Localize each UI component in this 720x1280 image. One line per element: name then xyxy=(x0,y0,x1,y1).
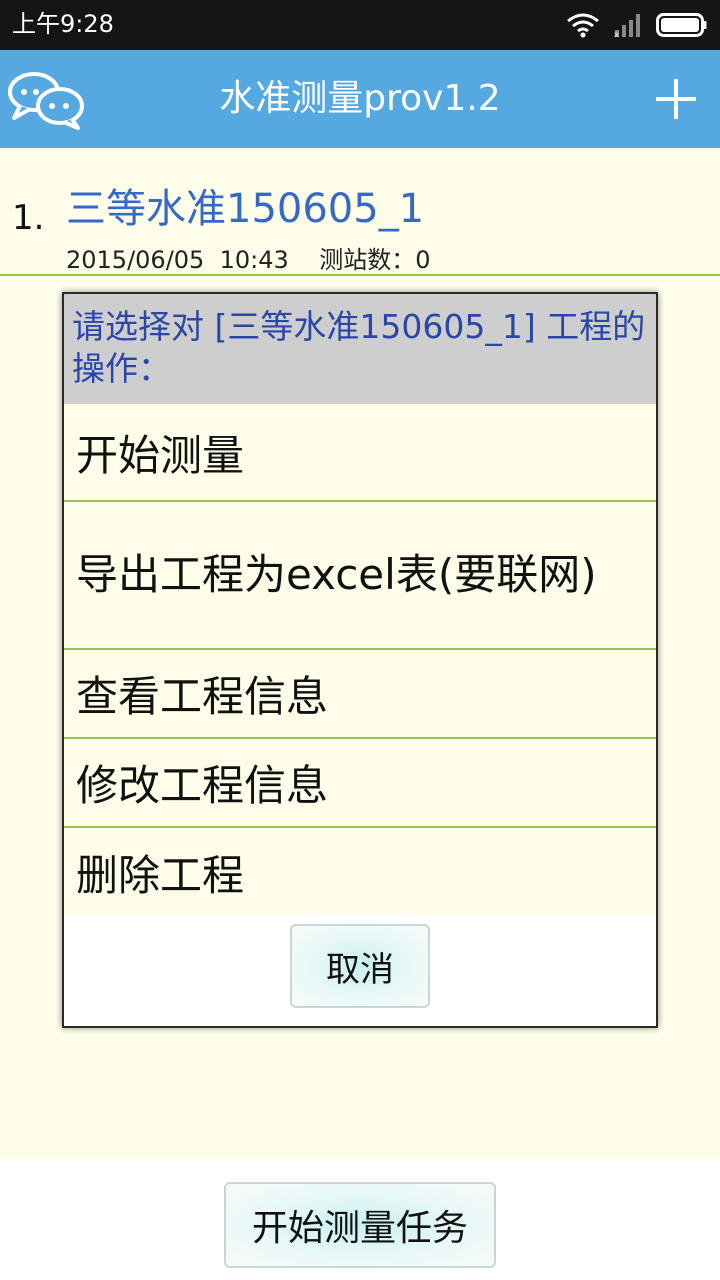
status-bar: 上午9:28 x xyxy=(0,0,720,50)
dialog-header: 请选择对 [三等水准150605_1] 工程的操作： xyxy=(64,294,656,404)
status-icons: x xyxy=(552,10,708,40)
start-task-button[interactable]: 开始测量任务 xyxy=(224,1182,496,1268)
chat-bubbles-icon[interactable] xyxy=(6,68,86,130)
app-title: 水准测量prov1.2 xyxy=(219,78,501,119)
cancel-button[interactable]: 取消 xyxy=(290,924,430,1008)
project-title: 三等水准150605_1 xyxy=(66,186,425,232)
bottom-bar: 开始测量任务 xyxy=(0,1158,720,1280)
project-meta: 2015/06/05 10:43 测站数：0 xyxy=(66,246,431,274)
wifi-icon xyxy=(567,13,599,38)
action-bar: 水准测量prov1.2 xyxy=(0,50,720,148)
menu-item-view-info[interactable]: 查看工程信息 xyxy=(64,650,656,739)
battery-icon xyxy=(656,13,707,37)
dialog-footer: 取消 xyxy=(64,914,656,1026)
add-icon[interactable] xyxy=(656,79,696,119)
menu-item-edit-info[interactable]: 修改工程信息 xyxy=(64,739,656,828)
status-time: 上午9:28 xyxy=(12,10,114,38)
signal-icon: x xyxy=(614,14,640,38)
menu-item-export-excel[interactable]: 导出工程为excel表(要联网) xyxy=(64,502,656,650)
screen: 上午9:28 x 水准测量prov1.2 1. 三等水准150605_1 201… xyxy=(0,0,720,1280)
menu-item-start-measurement[interactable]: 开始测量 xyxy=(64,404,656,502)
project-list-item[interactable]: 1. 三等水准150605_1 2015/06/05 10:43 测站数：0 xyxy=(0,148,720,276)
project-index: 1. xyxy=(12,198,45,238)
project-actions-dialog: 请选择对 [三等水准150605_1] 工程的操作： 开始测量 导出工程为exc… xyxy=(62,292,658,1028)
menu-item-delete-project[interactable]: 删除工程 xyxy=(64,828,656,916)
svg-text:x: x xyxy=(614,30,619,38)
